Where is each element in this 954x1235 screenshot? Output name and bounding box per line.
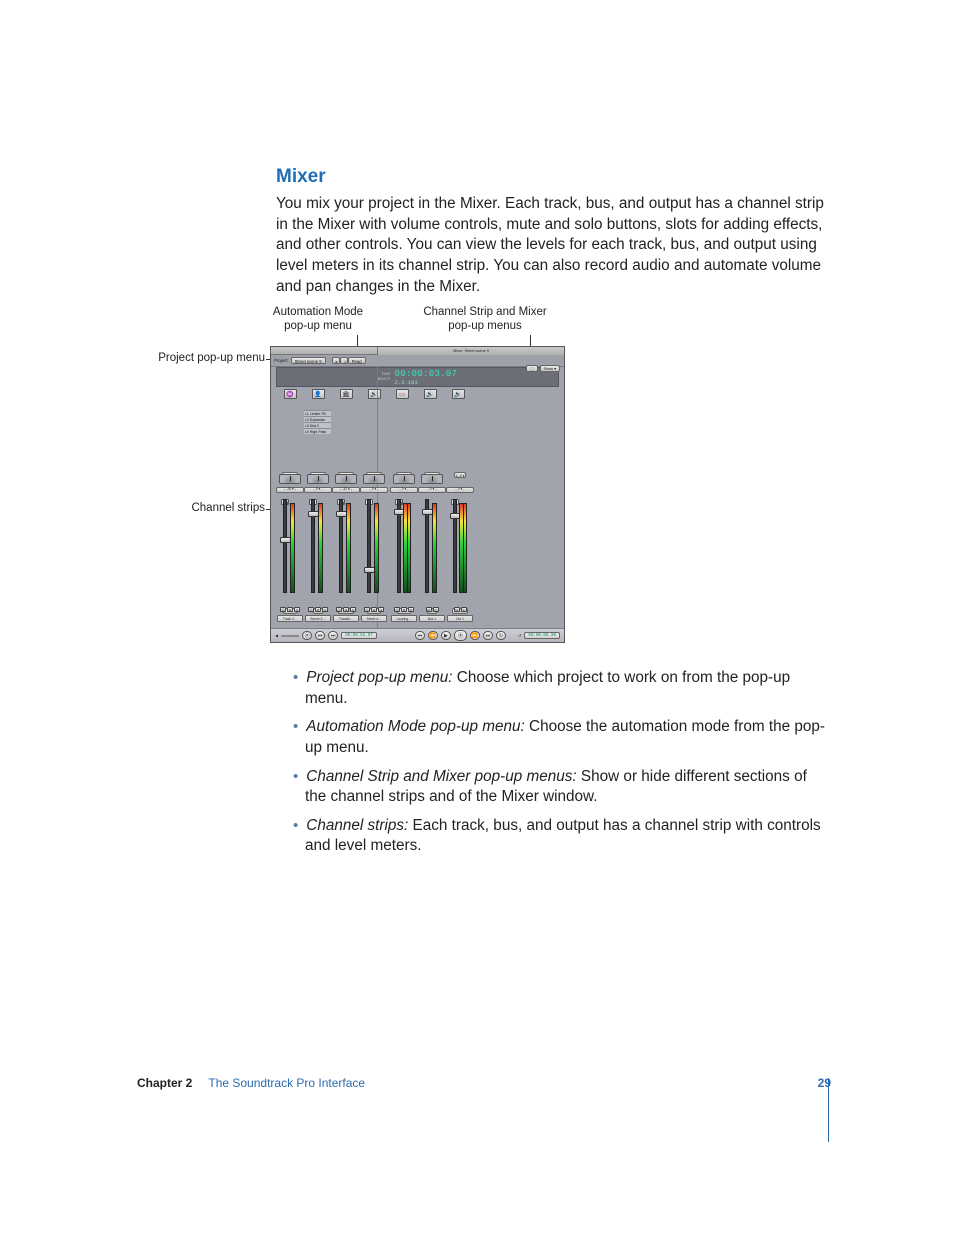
section-paragraph: You mix your project in the Mixer. Each … bbox=[276, 194, 831, 297]
track-icon[interactable]: 👤 bbox=[312, 389, 325, 399]
automation-mode-popup[interactable]: Read bbox=[348, 357, 366, 364]
fader[interactable] bbox=[336, 511, 347, 517]
callout-automation-2: pop-up menu bbox=[263, 319, 373, 333]
list-item: Project pop-up menu: Choose which projec… bbox=[305, 668, 831, 709]
skip-icon[interactable]: ⏭ bbox=[328, 631, 338, 640]
callout-channel-strips: Channel strips bbox=[135, 502, 265, 514]
db-value[interactable]: 0 ▾ bbox=[304, 487, 332, 493]
fader[interactable] bbox=[364, 567, 375, 573]
bus-name[interactable]: Bus 1 bbox=[419, 615, 445, 622]
section-heading: Mixer bbox=[276, 166, 831, 188]
fader[interactable] bbox=[422, 509, 433, 515]
go-end-button[interactable]: ⏭ bbox=[483, 631, 493, 640]
track-icon[interactable]: 🏛 bbox=[340, 389, 353, 399]
chapter-title: The Soundtrack Pro Interface bbox=[208, 1076, 365, 1090]
bullet-list: Project pop-up menu: Choose which projec… bbox=[293, 668, 831, 865]
effects-slots[interactable]: ▹1 Limiter Pk ▹2 Expander ▹3 Dist 2 ▹4 H… bbox=[304, 410, 331, 434]
pan-control[interactable] bbox=[307, 474, 329, 484]
db-value[interactable]: 0 ▾ bbox=[360, 487, 388, 493]
next-button[interactable]: ⏩ bbox=[470, 631, 480, 640]
record-icon[interactable]: ⦿ bbox=[302, 631, 312, 640]
stop-button[interactable]: ⦿ bbox=[454, 630, 467, 641]
prev-button[interactable]: ⏪ bbox=[428, 631, 438, 640]
solo-button[interactable]: M bbox=[287, 607, 293, 612]
pan-control[interactable] bbox=[335, 474, 357, 484]
list-item: Channel strips: Each track, bus, and out… bbox=[305, 816, 831, 857]
mixer-show-popup[interactable]: Show ▾ bbox=[540, 365, 560, 372]
transport-tc-left: 00:00:03.07 bbox=[341, 632, 377, 639]
go-start-button[interactable]: ⏮ bbox=[415, 631, 425, 640]
fader[interactable] bbox=[308, 511, 319, 517]
figure: Automation Mode pop-up menu Channel Stri… bbox=[135, 305, 695, 347]
callout-project-popup: Project pop-up menu bbox=[135, 352, 265, 364]
track-icon[interactable]: ♒ bbox=[284, 389, 297, 399]
track-name[interactable]: Looping… bbox=[391, 615, 417, 622]
list-item: Channel Strip and Mixer pop-up menus: Sh… bbox=[305, 767, 831, 808]
transport-tc-right: 00:00:00.00 bbox=[524, 632, 560, 639]
track-name[interactable]: Transiti… bbox=[333, 615, 359, 622]
pan-control[interactable] bbox=[363, 474, 385, 484]
mixer-screenshot: Mixer: Street scene 9 Project: Street sc… bbox=[270, 346, 565, 643]
track-icon[interactable]: ▭ bbox=[396, 389, 409, 399]
rewind-icon[interactable]: ⏮ bbox=[315, 631, 325, 640]
callout-mixer-1: Channel Strip and Mixer bbox=[415, 305, 555, 319]
pan-control[interactable] bbox=[393, 474, 415, 484]
page-footer: Chapter 2 The Soundtrack Pro Interface 2… bbox=[137, 1076, 831, 1090]
project-label: Project: bbox=[274, 358, 289, 363]
fader[interactable] bbox=[280, 537, 291, 543]
track-name[interactable]: Street n… bbox=[361, 615, 387, 622]
channel-strip-popup[interactable]: ⬚ bbox=[526, 365, 538, 372]
pan-control[interactable] bbox=[279, 474, 301, 484]
loop-button[interactable]: ↻ bbox=[496, 631, 506, 640]
beats-label: BEATS bbox=[378, 377, 391, 382]
mute-button[interactable]: ⦿ bbox=[280, 607, 286, 612]
track-icon[interactable]: 🔊 bbox=[368, 389, 381, 399]
go-start-icon[interactable]: ◀ bbox=[275, 633, 278, 638]
bus-icon[interactable]: 🔊 bbox=[424, 389, 437, 399]
transport-bar: ◀ ⦿ ⏮ ⏭ 00:00:03.07 ⏮ ⏪ ▶ ⦿ ⏩ ⏭ ↻ ↺ 00:0… bbox=[271, 628, 564, 642]
chapter-label: Chapter 2 bbox=[137, 1076, 192, 1090]
db-value[interactable]: 0 ▾ bbox=[446, 487, 474, 493]
callout-mixer-2: pop-up menus bbox=[415, 319, 555, 333]
output-name[interactable]: Out 1 bbox=[447, 615, 473, 622]
channel-strips bbox=[276, 497, 474, 597]
play-button[interactable]: ▶ bbox=[441, 631, 451, 640]
beats-value: 2.3.193 bbox=[395, 379, 458, 386]
db-value[interactable]: -32 ▾ bbox=[332, 487, 360, 493]
track-name[interactable]: Scene 3… bbox=[305, 615, 331, 622]
db-value[interactable]: 0 ▾ bbox=[390, 487, 418, 493]
cycle-icon[interactable]: ↺ bbox=[518, 633, 521, 638]
db-value[interactable]: 0 ▾ bbox=[418, 487, 446, 493]
pan-control[interactable] bbox=[421, 474, 443, 484]
list-item: Automation Mode pop-up menu: Choose the … bbox=[305, 717, 831, 758]
callout-automation-1: Automation Mode bbox=[263, 305, 373, 319]
db-value[interactable]: -26 ▾ bbox=[276, 487, 304, 493]
track-name[interactable]: Track 4… bbox=[277, 615, 303, 622]
window-title: Mixer: Street scene 9 bbox=[377, 347, 564, 355]
project-popup[interactable]: Street scene 9 bbox=[291, 357, 326, 364]
page-edge-marker bbox=[828, 1078, 829, 1142]
output-icon[interactable]: 🔊 bbox=[452, 389, 465, 399]
timecode: 00:00:03.07 bbox=[395, 369, 458, 379]
